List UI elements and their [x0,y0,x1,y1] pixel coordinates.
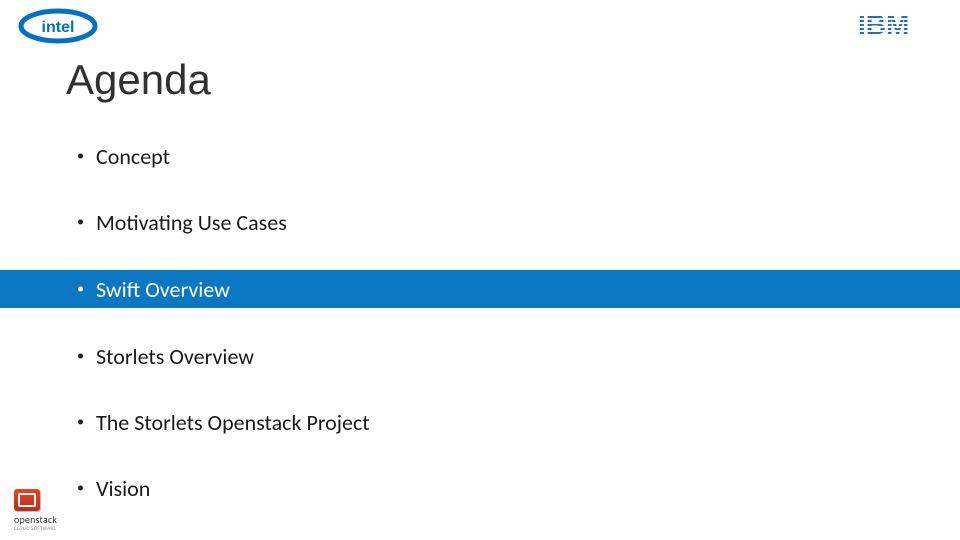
agenda-item-current: Swift Overview [0,270,960,308]
bullet-dot-icon [78,154,83,159]
ibm-logo: IBM [858,8,938,42]
agenda-item: The Storlets Openstack Project [0,404,960,440]
intel-logo: intel [18,6,98,46]
bullet-dot-icon [78,354,83,359]
intel-logo-text: intel [42,19,75,36]
agenda-item: Motivating Use Cases [0,204,960,240]
agenda-item-label: The Storlets Openstack Project [96,409,370,436]
agenda-item-label: Motivating Use Cases [96,209,287,236]
agenda-item-label: Swift Overview [96,276,230,303]
agenda-item-label: Concept [96,143,170,170]
page-title: Agenda [66,56,211,104]
bullet-dot-icon [78,486,83,491]
bullet-dot-icon [78,287,83,292]
agenda-item-label: Storlets Overview [96,343,254,370]
ibm-logo-text: IBM [858,9,909,40]
bullet-dot-icon [78,220,83,225]
agenda-item: Concept [0,138,960,174]
bullet-dot-icon [78,420,83,425]
agenda-item: Vision [0,470,960,506]
agenda-item-label: Vision [96,475,150,502]
agenda-item: Storlets Overview [0,338,960,374]
agenda-list: Concept Motivating Use Cases Swift Overv… [0,138,960,536]
